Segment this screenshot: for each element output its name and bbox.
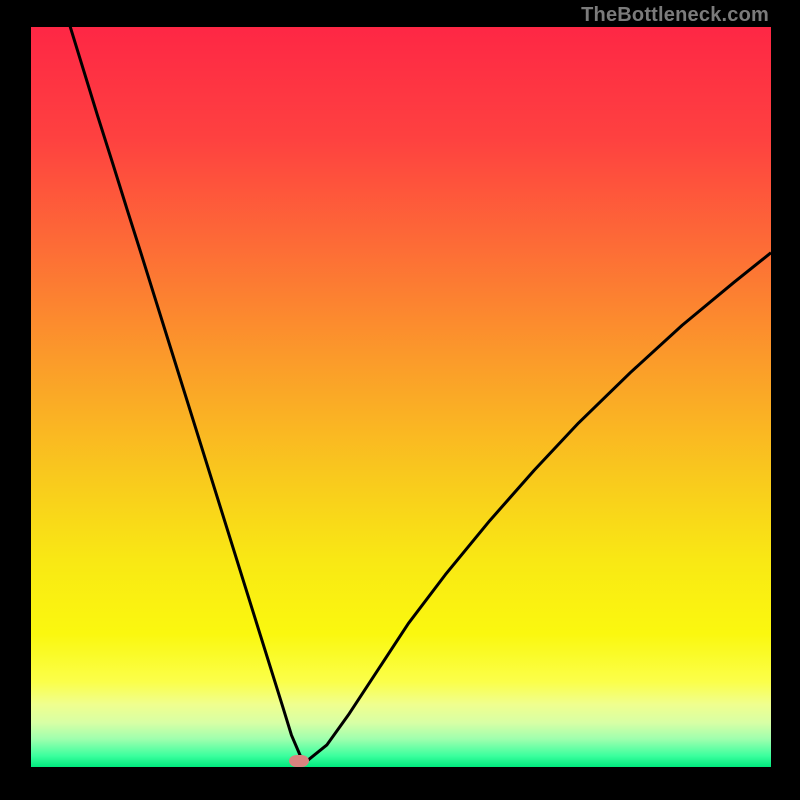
watermark: TheBottleneck.com (581, 4, 769, 27)
plot-area (31, 27, 771, 767)
bottleneck-curve (68, 20, 771, 761)
chart-container: TheBottleneck.com (0, 0, 800, 800)
optimal-marker (289, 755, 309, 767)
chart-svg (31, 27, 771, 767)
